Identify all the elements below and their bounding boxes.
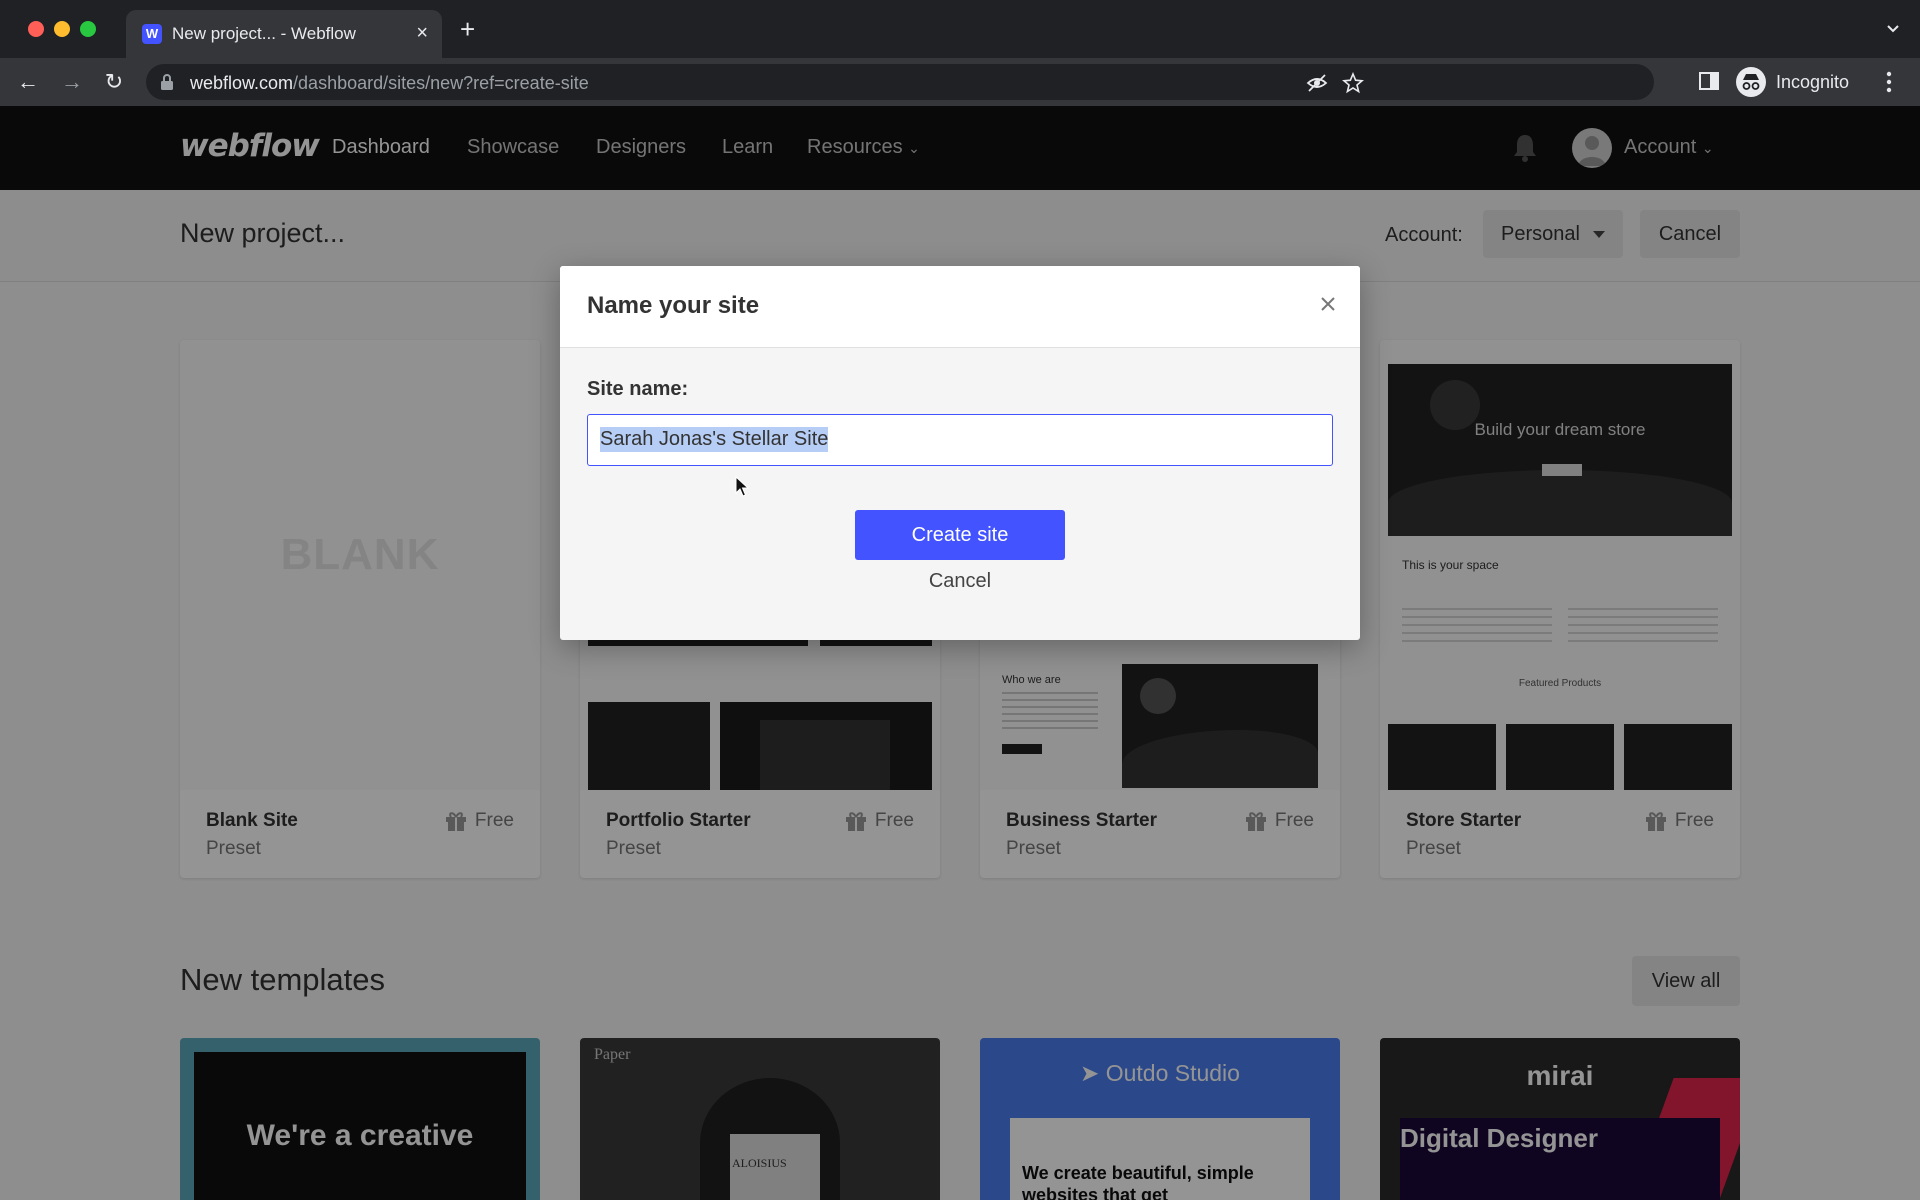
site-name-label: Site name: (587, 378, 689, 400)
minimize-window-button[interactable] (54, 21, 70, 37)
tab-close-icon[interactable]: × (416, 22, 428, 44)
browser-menu-icon[interactable] (1884, 70, 1894, 94)
mouse-cursor-icon (735, 476, 749, 497)
create-site-button[interactable]: Create site (855, 510, 1065, 560)
address-bar[interactable]: webflow.com/dashboard/sites/new?ref=crea… (146, 64, 1654, 100)
tab-title: New project... - Webflow (172, 24, 356, 43)
side-panel-icon[interactable] (1698, 70, 1720, 92)
lock-icon (161, 74, 173, 90)
new-tab-button[interactable]: + (460, 16, 475, 42)
modal-header: Name your site (560, 266, 1360, 348)
browser-tab-strip: W New project... - Webflow × + (0, 0, 1920, 58)
site-name-input[interactable]: Sarah Jonas's Stellar Site (587, 414, 1333, 466)
webflow-favicon-icon: W (142, 24, 162, 44)
incognito-label: Incognito (1776, 71, 1850, 92)
browser-toolbar: ← → ↻ webflow.com/dashboard/sites/new?re… (0, 58, 1920, 106)
incognito-indicator[interactable]: Incognito (1736, 66, 1849, 98)
modal-title: Name your site (587, 292, 760, 319)
incognito-icon (1736, 67, 1766, 97)
star-icon[interactable] (1342, 72, 1364, 94)
close-window-button[interactable] (28, 21, 44, 37)
browser-tab[interactable]: W New project... - Webflow × (126, 10, 442, 58)
reload-icon[interactable]: ↻ (100, 68, 128, 96)
maximize-window-button[interactable] (80, 21, 96, 37)
modal-cancel-link[interactable]: Cancel (560, 570, 1360, 593)
eye-off-icon[interactable] (1306, 72, 1328, 94)
webflow-page: webflow Dashboard Showcase Designers Lea… (0, 106, 1920, 1200)
close-icon[interactable] (1320, 296, 1336, 312)
site-name-value: Sarah Jonas's Stellar Site (600, 427, 829, 452)
forward-arrow-icon[interactable]: → (58, 68, 86, 96)
url-text: webflow.com/dashboard/sites/new?ref=crea… (190, 73, 589, 93)
tab-search-chevron-icon[interactable] (1886, 22, 1900, 36)
name-site-modal: Name your site Site name: Sarah Jonas's … (560, 266, 1360, 640)
back-arrow-icon[interactable]: ← (14, 68, 42, 96)
